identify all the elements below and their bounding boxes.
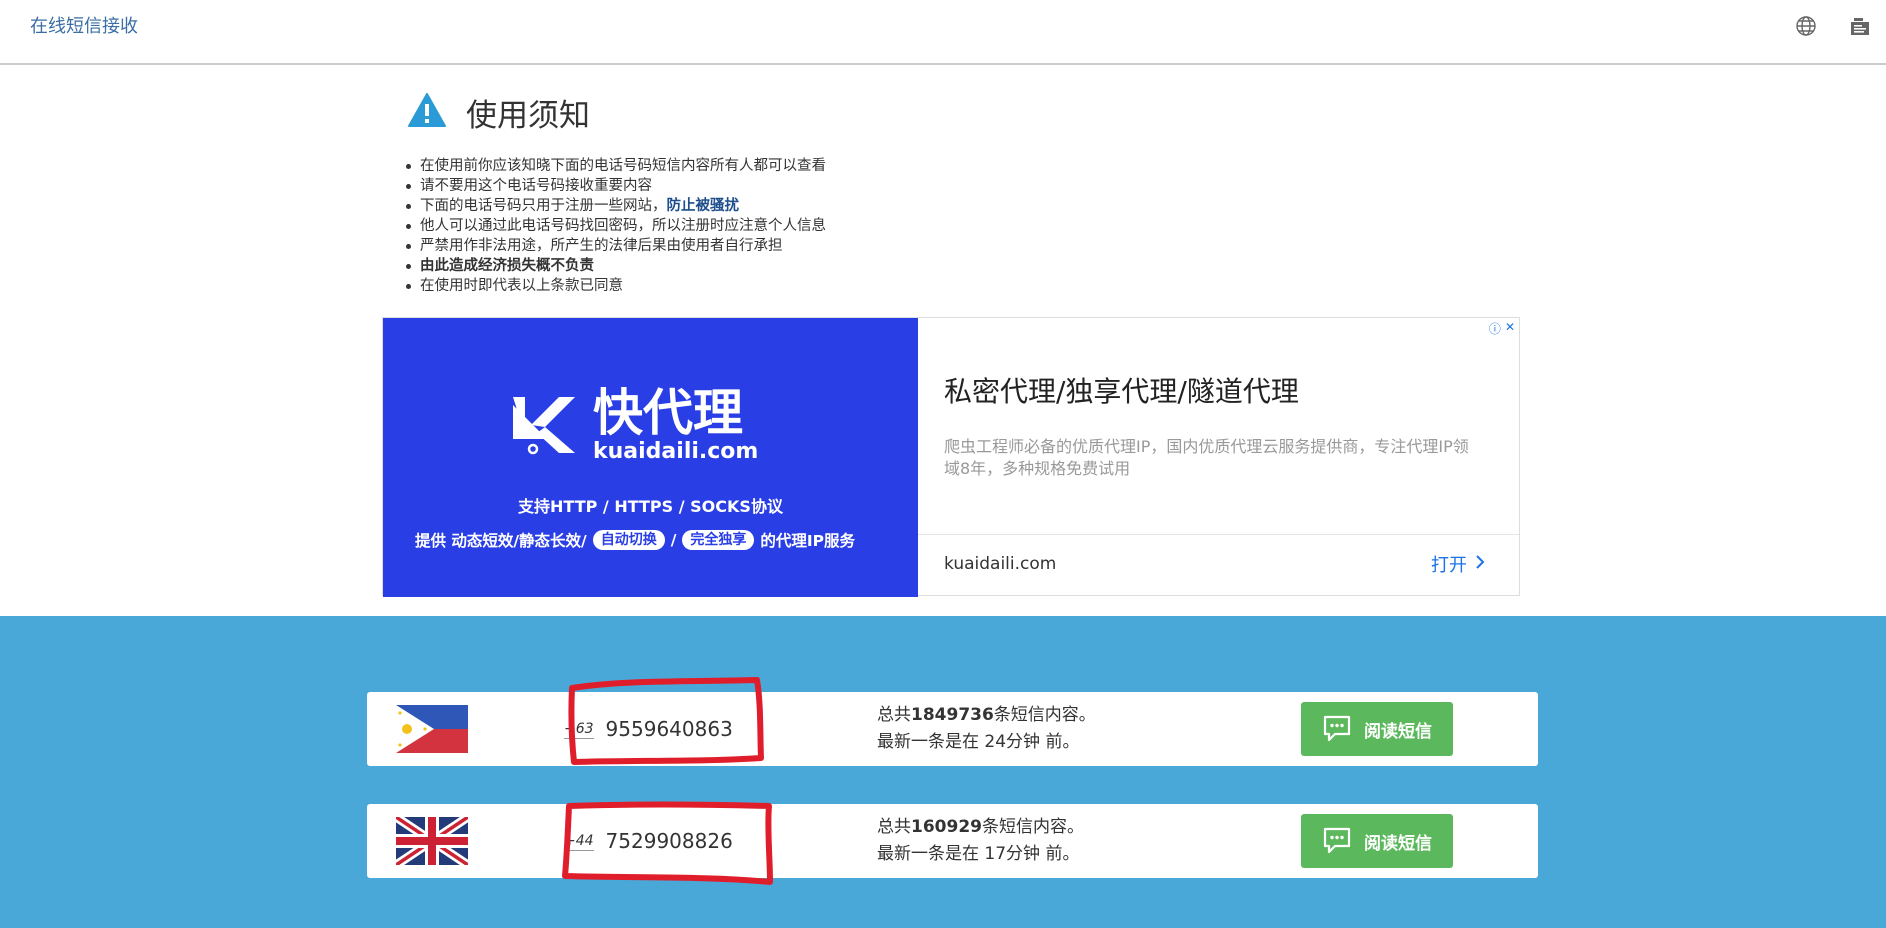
total-prefix: 总共: [877, 705, 911, 725]
notice-item: 请不要用这个电话号码接收重要内容: [406, 176, 826, 196]
ad-support-text: 支持HTTP / HTTPS / SOCKS协议: [518, 497, 783, 516]
globe-icon[interactable]: [1794, 14, 1820, 40]
ad-banner[interactable]: 快代理 kuaidaili.com 支持HTTP / HTTPS / SOCKS…: [382, 317, 1520, 597]
ad-open-link[interactable]: 打开: [1431, 551, 1485, 577]
phone-display[interactable]: +44 7529908826: [564, 804, 733, 878]
site-brand-link[interactable]: 在线短信接收: [30, 12, 138, 38]
read-sms-button[interactable]: 阅读短信: [1301, 814, 1453, 868]
philippines-flag: [396, 705, 468, 753]
ad-headline[interactable]: 私密代理/独享代理/隧道代理: [944, 370, 1299, 410]
notice-item-warning: 由此造成经济损失概不负责: [406, 256, 826, 276]
notice-list: 在使用前你应该知晓下面的电话号码短信内容所有人都可以查看 请不要用这个电话号码接…: [406, 156, 826, 296]
notice-item: 严禁用作非法用途，所产生的法律后果由使用者自行承担: [406, 236, 826, 256]
ad-divider: [918, 534, 1519, 535]
sms-info: 总共1849736条短信内容。 最新一条是在 24分钟 前。: [877, 702, 1096, 756]
ad-provide-suffix: 的代理IP服务: [760, 532, 856, 550]
ad-text-panel[interactable]: ⓘ ✕ 私密代理/独享代理/隧道代理 爬虫工程师必备的优质代理IP，国内优质代理…: [918, 318, 1519, 595]
menu-icon[interactable]: [1848, 14, 1874, 40]
ad-provide-text: 提供 动态短效/静态长效/ 自动切换 / 完全独享 的代理IP服务: [415, 529, 855, 551]
total-count: 160929: [911, 817, 982, 837]
notice-item: 在使用前你应该知晓下面的电话号码短信内容所有人都可以查看: [406, 158, 826, 174]
ad-info-icon[interactable]: ⓘ: [1489, 320, 1501, 337]
ad-pill-auto: 自动切换: [592, 530, 665, 550]
ad-open-label: 打开: [1431, 555, 1467, 576]
notice-heading: 使用须知: [408, 90, 590, 134]
number-card: +63 9559640863 总共1849736条短信内容。 最新一条是在 24…: [367, 677, 1538, 766]
ad-choices[interactable]: ⓘ ✕: [1489, 320, 1515, 337]
chat-icon: [1323, 827, 1351, 854]
ad-image[interactable]: 快代理 kuaidaili.com 支持HTTP / HTTPS / SOCKS…: [383, 318, 918, 597]
read-sms-label: 阅读短信: [1364, 833, 1432, 854]
uk-flag: [396, 817, 468, 865]
close-icon[interactable]: ✕: [1505, 320, 1515, 337]
chat-icon: [1323, 715, 1351, 742]
kuaidaili-logo-icon: [513, 397, 575, 455]
read-sms-button[interactable]: 阅读短信: [1301, 702, 1453, 756]
latest-message-time: 最新一条是在 17分钟 前。: [877, 844, 1080, 864]
ad-provide-prefix: 提供 动态短效/静态长效/: [415, 532, 587, 550]
ad-logo-en: kuaidaili.com: [593, 439, 759, 464]
notice-highlight: 防止被骚扰: [666, 198, 740, 214]
notice-item: 在使用时即代表以上条款已同意: [406, 276, 826, 296]
phone-number[interactable]: 9559640863: [606, 717, 733, 741]
notice-item: 他人可以通过此电话号码找回密码，所以注册时应注意个人信息: [406, 218, 826, 234]
read-sms-label: 阅读短信: [1364, 721, 1432, 742]
notice-title: 使用须知: [466, 97, 590, 134]
phone-display[interactable]: +63 9559640863: [564, 692, 733, 766]
phone-number[interactable]: 7529908826: [606, 829, 733, 853]
total-suffix: 条短信内容。: [981, 817, 1084, 837]
latest-message-time: 最新一条是在 24分钟 前。: [877, 732, 1080, 752]
ad-logo: 快代理 kuaidaili.com: [511, 386, 758, 464]
ad-pill-exclusive: 完全独享: [682, 530, 755, 550]
notice-item: 下面的电话号码只用于注册一些网站，防止被骚扰: [406, 196, 826, 216]
notice-item-text: 下面的电话号码只用于注册一些网站，: [420, 198, 667, 214]
ad-description: 爬虫工程师必备的优质代理IP，国内优质代理云服务提供商，专注代理IP领域8年，多…: [944, 437, 1469, 478]
country-code: +63: [564, 720, 594, 739]
ad-domain: kuaidaili.com: [944, 554, 1057, 574]
top-navbar: 在线短信接收: [0, 0, 1886, 65]
sms-info: 总共160929条短信内容。 最新一条是在 17分钟 前。: [877, 814, 1084, 868]
total-suffix: 条短信内容。: [993, 705, 1096, 725]
total-count: 1849736: [911, 705, 994, 725]
country-code: +44: [564, 832, 594, 851]
ad-logo-cn: 快代理: [593, 384, 743, 442]
numbers-section: +63 9559640863 总共1849736条短信内容。 最新一条是在 24…: [0, 616, 1886, 928]
warning-icon: [408, 93, 446, 131]
chevron-right-icon: [1475, 554, 1485, 575]
total-prefix: 总共: [877, 817, 911, 837]
ad-provide-separator: /: [670, 531, 677, 549]
number-card: +44 7529908826 总共160929条短信内容。 最新一条是在 17分…: [367, 801, 1538, 885]
